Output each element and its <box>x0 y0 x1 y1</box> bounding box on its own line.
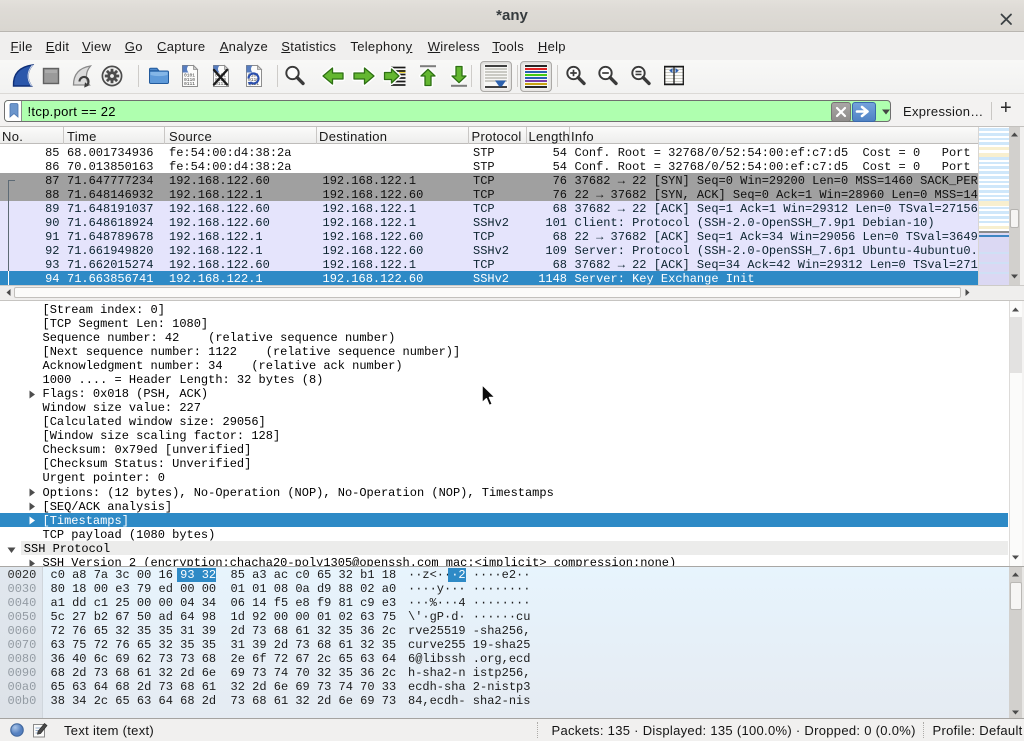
svg-text:0111: 0111 <box>184 81 195 87</box>
